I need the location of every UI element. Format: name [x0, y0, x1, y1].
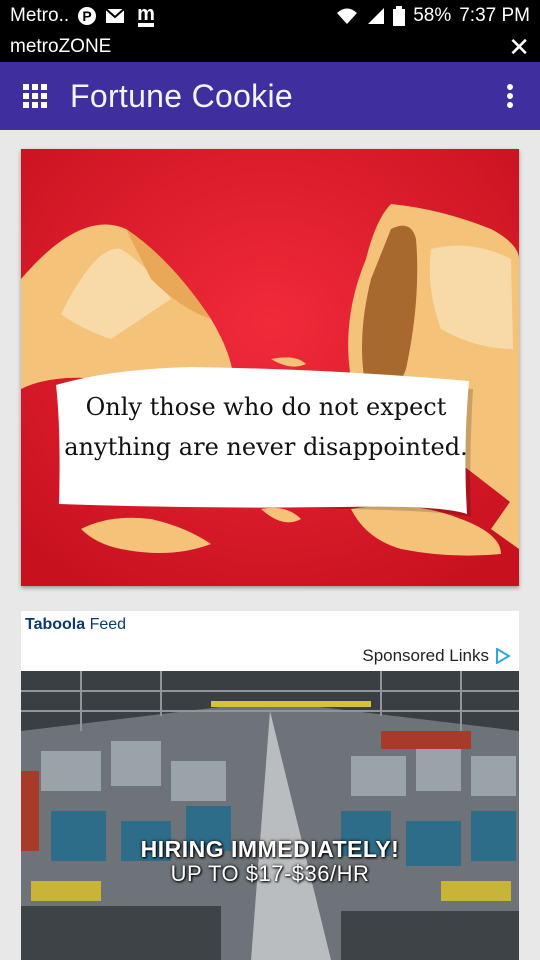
- svg-text:P: P: [82, 8, 91, 24]
- taboola-brand: Taboola: [25, 616, 86, 633]
- sponsored-label: Sponsored Links: [362, 646, 489, 665]
- taboola-feed: Taboola Feed Sponsored Links HIRING IMME…: [21, 611, 519, 960]
- more-vert-icon: [507, 84, 513, 108]
- app-bar: Fortune Cookie: [0, 62, 540, 130]
- adchoices-icon: [496, 648, 511, 664]
- webview-bar: metroZONE ✕: [0, 32, 540, 62]
- fortune-cookie-illustration: [21, 149, 519, 586]
- clock: 7:37 PM: [459, 5, 530, 26]
- fortune-card[interactable]: Only those who do not expect anything ar…: [21, 149, 519, 586]
- battery-level: 58%: [413, 5, 452, 26]
- app-grid-button[interactable]: [0, 62, 70, 130]
- status-bar: Metro.. P m 58% 7:37 PM: [0, 0, 540, 32]
- grid-icon: [23, 84, 47, 108]
- svg-text:m: m: [137, 3, 155, 25]
- overflow-menu-button[interactable]: [480, 62, 540, 130]
- factory-floor-image: [21, 671, 519, 960]
- pinterest-icon: P: [77, 6, 97, 26]
- taboola-logo: Taboola Feed: [25, 616, 126, 634]
- carrier-label: Metro..: [10, 5, 70, 26]
- webview-title: metroZONE: [10, 36, 112, 57]
- close-icon[interactable]: ✕: [508, 34, 530, 60]
- ad-headline: HIRING IMMEDIATELY!: [140, 836, 400, 862]
- taboola-feed-label: Feed: [89, 616, 127, 633]
- ad-subline: UP TO $17-$36/HR: [170, 861, 370, 886]
- signal-icon: [367, 7, 385, 25]
- content-area: Only those who do not expect anything ar…: [0, 130, 540, 960]
- ad-banner[interactable]: HIRING IMMEDIATELY! UP TO $17-$36/HR: [21, 671, 519, 960]
- fortune-message: Only those who do not expect anything ar…: [64, 393, 468, 461]
- wifi-icon: [335, 6, 359, 26]
- sponsored-links[interactable]: Sponsored Links: [362, 646, 511, 666]
- mail-icon: [105, 8, 125, 24]
- battery-icon: [393, 6, 406, 26]
- metrozone-icon: m: [133, 3, 159, 29]
- page-title: Fortune Cookie: [70, 77, 293, 114]
